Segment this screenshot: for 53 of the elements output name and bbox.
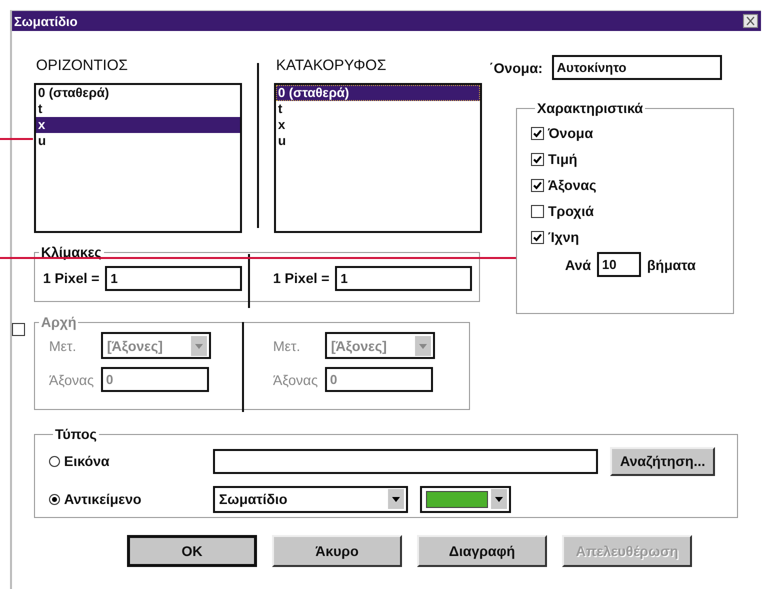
file-path-field[interactable]	[213, 448, 598, 474]
field-label: 1 Pixel =	[273, 270, 330, 286]
group-title: Χαρακτηριστικά	[536, 100, 644, 116]
column-heading: ΟΡΙΖΟΝΤΙΟΣ	[36, 57, 129, 76]
field-label: 1 Pixel =	[43, 270, 100, 286]
input-field[interactable]: 1	[105, 266, 242, 290]
list-item[interactable]: 0 (σταθερά)	[36, 85, 240, 101]
radio-button[interactable]	[49, 494, 60, 504]
checkbox-label: Ίχνη	[548, 229, 580, 245]
leader-line	[0, 138, 33, 140]
list-box[interactable]: 0 (σταθερά) t x u	[274, 83, 482, 233]
field-label: Μετ.	[273, 338, 302, 354]
checkbox-label: Τιμή	[548, 151, 578, 167]
group-title: Αρχή	[40, 314, 78, 330]
radio-label: Αντικείμενο	[64, 491, 142, 507]
list-item[interactable]: 0 (σταθερά)	[276, 85, 480, 101]
input-field[interactable]: 10	[596, 252, 641, 277]
list-item[interactable]: t	[36, 101, 240, 117]
list-item[interactable]: x	[36, 117, 240, 133]
field-label: ΄Ονομα:	[489, 60, 543, 76]
list-item[interactable]: x	[276, 117, 480, 133]
field-label: βήματα	[646, 256, 696, 272]
list-box[interactable]: 0 (σταθερά) t x u	[34, 83, 242, 233]
list-item[interactable]: u	[276, 133, 480, 149]
group-title: Κλίμακες	[40, 244, 103, 260]
dropdown[interactable]: Σωματίδιο	[213, 486, 408, 512]
checkbox-label: Άξονας	[548, 177, 596, 193]
dialog-button[interactable]: OK	[127, 535, 257, 567]
browse-button[interactable]: Αναζήτηση...	[610, 446, 716, 476]
checkbox[interactable]	[531, 152, 544, 166]
checkbox-label: Όνομα	[548, 125, 594, 141]
column-heading: ΚΑΤΑΚΟΡΥΦΟΣ	[276, 57, 388, 76]
checkbox[interactable]	[531, 230, 544, 244]
list-item[interactable]: u	[36, 133, 240, 149]
checkbox[interactable]	[531, 204, 544, 218]
checkbox[interactable]	[531, 178, 544, 192]
checkbox-label: Τροχιά	[548, 203, 594, 219]
checkbox[interactable]	[531, 126, 544, 140]
field-label: Ανά	[565, 256, 591, 272]
color-picker[interactable]	[420, 486, 511, 512]
dialog-button[interactable]: Άκυρο	[272, 535, 402, 567]
input-field[interactable]: 1	[335, 266, 472, 290]
list-item[interactable]: t	[276, 101, 480, 117]
field-label: Άξονας	[49, 372, 95, 388]
group-title: Τύπος	[54, 426, 98, 442]
dialog-button[interactable]: Διαγραφή	[417, 535, 547, 567]
name-field[interactable]: Αυτοκίνητο	[552, 55, 722, 80]
close-icon[interactable]	[743, 14, 758, 28]
radio-label: Εικόνα	[64, 453, 110, 469]
field-label: Μετ.	[49, 338, 78, 354]
radio-button[interactable]	[49, 456, 60, 466]
window-title: Σωματίδιο	[14, 14, 78, 28]
field-label: Άξονας	[273, 372, 319, 388]
